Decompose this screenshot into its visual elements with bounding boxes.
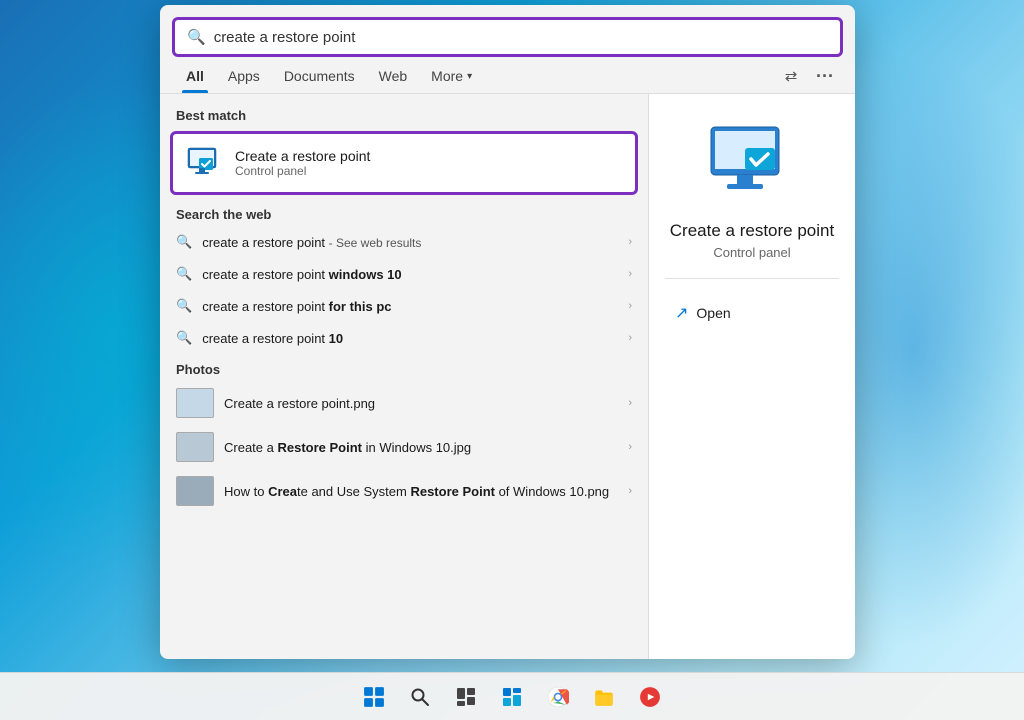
search-web-title: Search the web	[160, 197, 648, 226]
best-match-title: Best match	[160, 104, 648, 129]
photo-thumbnail	[176, 388, 214, 418]
filter-tabs-bar: All Apps Documents Web More ▾ ⇄ ···	[160, 59, 855, 94]
open-external-icon: ↗	[675, 303, 688, 323]
more-options-button[interactable]: ···	[809, 60, 841, 92]
search-bar-container: 🔍 create a restore point	[160, 5, 855, 57]
file-explorer-button[interactable]	[582, 675, 626, 719]
best-match-type: Control panel	[235, 164, 623, 178]
open-label: Open	[696, 305, 730, 321]
search-result-icon: 🔍	[176, 298, 192, 314]
start-button[interactable]	[352, 675, 396, 719]
left-panel: Best match	[160, 94, 648, 659]
right-detail-panel: Create a restore point Control panel ↗ O…	[648, 94, 855, 659]
result-text: create a restore point windows 10	[202, 267, 618, 282]
restore-point-icon	[185, 144, 223, 182]
photo-name: Create a Restore Point in Windows 10.jpg	[224, 440, 618, 455]
result-text: create a restore point - See web results	[202, 235, 618, 250]
chevron-right-icon: ›	[628, 268, 632, 280]
tab-all[interactable]: All	[174, 59, 216, 93]
search-result-icon: 🔍	[176, 234, 192, 250]
tab-more[interactable]: More ▾	[419, 59, 484, 93]
search-result-icon: 🔍	[176, 266, 192, 282]
photo-result-1[interactable]: Create a restore point.png ›	[160, 381, 648, 425]
chevron-right-icon: ›	[628, 236, 632, 248]
best-match-item[interactable]: Create a restore point Control panel	[170, 131, 638, 195]
search-icon: 🔍	[187, 28, 206, 46]
web-result-3[interactable]: 🔍 create a restore point for this pc ›	[160, 290, 648, 322]
search-query-text: create a restore point	[214, 29, 828, 46]
task-view-button[interactable]	[444, 675, 488, 719]
chevron-right-icon: ›	[628, 397, 632, 409]
open-button[interactable]: ↗ Open	[665, 297, 741, 329]
taskbar	[0, 672, 1024, 720]
result-text: create a restore point for this pc	[202, 299, 618, 314]
photo-thumbnail	[176, 432, 214, 462]
search-input-wrapper[interactable]: 🔍 create a restore point	[172, 17, 843, 57]
search-result-icon: 🔍	[176, 330, 192, 346]
search-overlay: 🔍 create a restore point All Apps Docume…	[160, 5, 855, 659]
chevron-right-icon: ›	[628, 441, 632, 453]
detail-divider	[665, 278, 839, 279]
best-match-info: Create a restore point Control panel	[235, 148, 623, 178]
tab-apps[interactable]: Apps	[216, 59, 272, 93]
photo-result-2[interactable]: Create a Restore Point in Windows 10.jpg…	[160, 425, 648, 469]
detail-title: Create a restore point	[670, 221, 834, 241]
web-result-4[interactable]: 🔍 create a restore point 10 ›	[160, 322, 648, 354]
share-button[interactable]: ⇄	[775, 60, 807, 92]
chevron-right-icon: ›	[628, 332, 632, 344]
result-text: create a restore point 10	[202, 331, 618, 346]
photos-title: Photos	[160, 354, 648, 381]
chevron-down-icon: ▾	[467, 71, 472, 82]
chrome-button[interactable]	[536, 675, 580, 719]
media-button[interactable]	[628, 675, 672, 719]
photo-result-3[interactable]: How to Create and Use System Restore Poi…	[160, 469, 648, 513]
widgets-button[interactable]	[490, 675, 534, 719]
detail-subtitle: Control panel	[713, 245, 790, 260]
photo-name: Create a restore point.png	[224, 396, 618, 411]
tab-documents[interactable]: Documents	[272, 59, 367, 93]
main-content: Best match	[160, 94, 855, 659]
tab-web[interactable]: Web	[367, 59, 420, 93]
photo-name: How to Create and Use System Restore Poi…	[224, 484, 618, 499]
best-match-name: Create a restore point	[235, 148, 623, 164]
photo-thumbnail	[176, 476, 214, 506]
chevron-right-icon: ›	[628, 485, 632, 497]
detail-icon	[707, 122, 797, 207]
web-result-2[interactable]: 🔍 create a restore point windows 10 ›	[160, 258, 648, 290]
taskbar-search-button[interactable]	[398, 675, 442, 719]
chevron-right-icon: ›	[628, 300, 632, 312]
web-result-1[interactable]: 🔍 create a restore point - See web resul…	[160, 226, 648, 258]
